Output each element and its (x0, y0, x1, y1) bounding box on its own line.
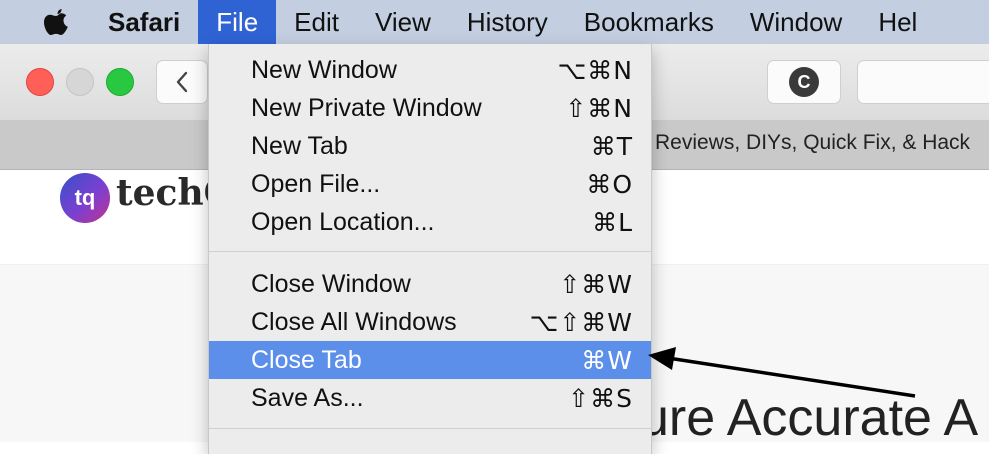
minimize-window-button[interactable] (66, 68, 94, 96)
menu-item-label: Close All Windows (251, 307, 457, 336)
extension-button[interactable]: C (767, 60, 841, 104)
menu-item-shortcut: ⌘L (592, 207, 633, 237)
menu-separator (209, 428, 651, 429)
menu-item-save-as[interactable]: Save As... ⇧⌘S (209, 379, 651, 417)
chevron-left-icon (176, 71, 188, 93)
address-bar[interactable] (857, 60, 989, 104)
menu-file[interactable]: File (198, 0, 277, 44)
menu-item-label: New Tab (251, 131, 348, 160)
menu-item-label: New Private Window (251, 93, 482, 122)
menu-item-open-location[interactable]: Open Location... ⌘L (209, 203, 651, 241)
menu-item-label: Close Window (251, 269, 411, 298)
menu-item-shortcut: ⇧⌘S (568, 383, 633, 413)
menu-history[interactable]: History (449, 0, 566, 44)
close-window-button[interactable] (26, 68, 54, 96)
menu-item-new-window[interactable]: New Window ⌥⌘N (209, 51, 651, 89)
menu-item-close-tab[interactable]: Close Tab ⌘W (209, 341, 651, 379)
menu-item-label: Save As... (251, 383, 364, 412)
apple-icon[interactable] (36, 0, 76, 44)
back-button[interactable] (156, 60, 208, 104)
menu-item-shortcut: ⌘T (590, 131, 633, 161)
menu-item-shortcut: ⌘W (581, 345, 633, 375)
menu-view[interactable]: View (357, 0, 449, 44)
file-menu: New Window ⌥⌘N New Private Window ⇧⌘N Ne… (208, 44, 652, 454)
menu-safari[interactable]: Safari (106, 0, 198, 44)
menu-help[interactable]: Hel (860, 0, 935, 44)
menu-item-shortcut: ⌥⌘N (557, 55, 633, 85)
menu-item-shortcut: ⇧⌘W (559, 269, 633, 299)
menu-item-shortcut: ⌥⇧⌘W (529, 307, 633, 337)
menu-edit[interactable]: Edit (276, 0, 357, 44)
menu-item-label: Open File... (251, 169, 381, 198)
menu-item-shortcut: ⇧⌘N (565, 93, 633, 123)
menu-item-close-all-windows[interactable]: Close All Windows ⌥⇧⌘W (209, 303, 651, 341)
site-logo-icon[interactable]: tq (60, 173, 110, 223)
menu-item-label: New Window (251, 55, 397, 84)
menu-item-open-file[interactable]: Open File... ⌘O (209, 165, 651, 203)
zoom-window-button[interactable] (106, 68, 134, 96)
menu-item-close-window[interactable]: Close Window ⇧⌘W (209, 265, 651, 303)
menu-item-label: Open Location... (251, 207, 435, 236)
menu-separator (209, 251, 651, 252)
menu-item-shortcut: ⌘O (586, 169, 633, 199)
menu-bar: Safari File Edit View History Bookmarks … (0, 0, 989, 44)
menu-window[interactable]: Window (732, 0, 860, 44)
menu-bookmarks[interactable]: Bookmarks (566, 0, 732, 44)
menu-item-new-tab[interactable]: New Tab ⌘T (209, 127, 651, 165)
article-headline: ure Accurate A (640, 389, 979, 447)
tab-title[interactable]: Reviews, DIYs, Quick Fix, & Hack (655, 131, 970, 155)
menu-item-label: Close Tab (251, 345, 362, 374)
menu-item-new-private-window[interactable]: New Private Window ⇧⌘N (209, 89, 651, 127)
extension-c-icon: C (789, 67, 819, 97)
